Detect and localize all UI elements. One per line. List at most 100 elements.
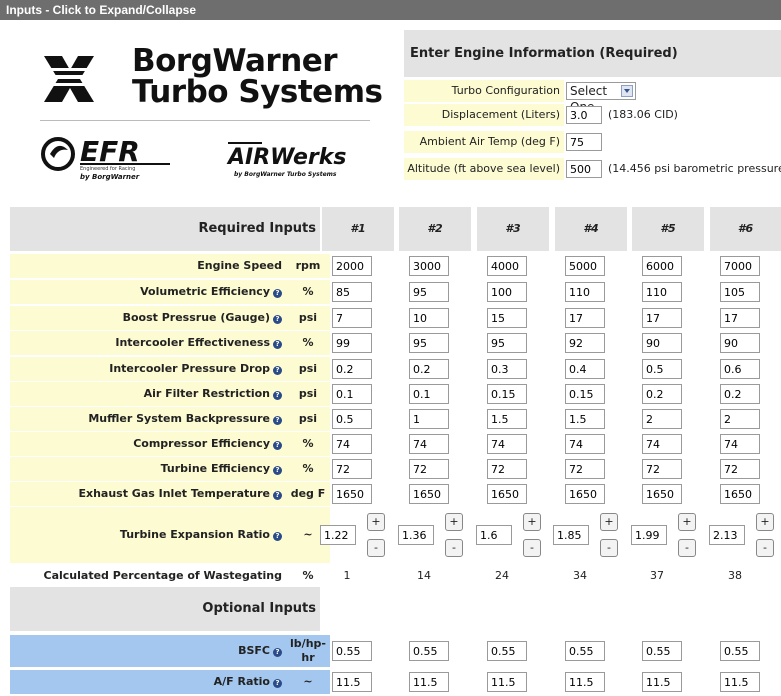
optional-bsfc-input[interactable]: [565, 641, 605, 661]
volumetric-efficiency-input[interactable]: [487, 282, 527, 302]
boost-pressrue-gauge-input[interactable]: [487, 308, 527, 328]
exhaust-gas-inlet-temperature-input[interactable]: [332, 484, 372, 504]
turbine-efficiency-input[interactable]: [642, 459, 682, 479]
compressor-efficiency-input[interactable]: [642, 434, 682, 454]
volumetric-efficiency-input[interactable]: [409, 282, 449, 302]
exhaust-gas-inlet-temperature-input[interactable]: [565, 484, 605, 504]
chevron-down-icon[interactable]: [621, 85, 633, 97]
optional-bsfc-input[interactable]: [642, 641, 682, 661]
increment-button[interactable]: +: [445, 513, 463, 531]
increment-button[interactable]: +: [600, 513, 618, 531]
optional-bsfc-input[interactable]: [487, 641, 527, 661]
intercooler-effectiveness-input[interactable]: [487, 333, 527, 353]
help-icon[interactable]: ?: [273, 491, 282, 500]
boost-pressrue-gauge-input[interactable]: [565, 308, 605, 328]
engine-speed-input[interactable]: [720, 256, 760, 276]
increment-button[interactable]: +: [678, 513, 696, 531]
increment-button[interactable]: +: [523, 513, 541, 531]
turbine-expansion-ratio-input[interactable]: [476, 525, 512, 545]
compressor-efficiency-input[interactable]: [409, 434, 449, 454]
help-icon[interactable]: ?: [273, 315, 282, 324]
air-filter-restriction-input[interactable]: [409, 384, 449, 404]
turbine-efficiency-input[interactable]: [332, 459, 372, 479]
optional-a-f-ratio-input[interactable]: [409, 672, 449, 692]
air-filter-restriction-input[interactable]: [642, 384, 682, 404]
exhaust-gas-inlet-temperature-input[interactable]: [720, 484, 760, 504]
turbine-efficiency-input[interactable]: [409, 459, 449, 479]
intercooler-pressure-drop-input[interactable]: [642, 359, 682, 379]
muffler-system-backpressure-input[interactable]: [332, 409, 372, 429]
engine-speed-input[interactable]: [332, 256, 372, 276]
optional-bsfc-input[interactable]: [332, 641, 372, 661]
muffler-system-backpressure-input[interactable]: [720, 409, 760, 429]
optional-a-f-ratio-input[interactable]: [720, 672, 760, 692]
help-icon[interactable]: ?: [273, 532, 282, 541]
decrement-button[interactable]: -: [445, 539, 463, 557]
help-icon[interactable]: ?: [273, 416, 282, 425]
volumetric-efficiency-input[interactable]: [720, 282, 760, 302]
increment-button[interactable]: +: [367, 513, 385, 531]
exhaust-gas-inlet-temperature-input[interactable]: [642, 484, 682, 504]
engine-speed-input[interactable]: [565, 256, 605, 276]
air-filter-restriction-input[interactable]: [565, 384, 605, 404]
help-icon[interactable]: ?: [273, 679, 282, 688]
intercooler-effectiveness-input[interactable]: [409, 333, 449, 353]
engine-speed-input[interactable]: [487, 256, 527, 276]
decrement-button[interactable]: -: [756, 539, 774, 557]
turbo-config-select[interactable]: Select One: [566, 82, 636, 114]
optional-bsfc-input[interactable]: [720, 641, 760, 661]
altitude-input[interactable]: [566, 160, 602, 178]
volumetric-efficiency-input[interactable]: [565, 282, 605, 302]
air-filter-restriction-input[interactable]: [332, 384, 372, 404]
turbine-expansion-ratio-input[interactable]: [398, 525, 434, 545]
help-icon[interactable]: ?: [273, 391, 282, 400]
turbine-expansion-ratio-input[interactable]: [709, 525, 745, 545]
help-icon[interactable]: ?: [273, 366, 282, 375]
optional-bsfc-input[interactable]: [409, 641, 449, 661]
intercooler-effectiveness-input[interactable]: [332, 333, 372, 353]
optional-a-f-ratio-input[interactable]: [642, 672, 682, 692]
turbine-efficiency-input[interactable]: [720, 459, 760, 479]
help-icon[interactable]: ?: [273, 466, 282, 475]
intercooler-pressure-drop-input[interactable]: [332, 359, 372, 379]
boost-pressrue-gauge-input[interactable]: [642, 308, 682, 328]
air-filter-restriction-input[interactable]: [720, 384, 760, 404]
intercooler-pressure-drop-input[interactable]: [487, 359, 527, 379]
turbine-expansion-ratio-input[interactable]: [631, 525, 667, 545]
displacement-input[interactable]: [566, 106, 602, 124]
turbine-efficiency-input[interactable]: [487, 459, 527, 479]
increment-button[interactable]: +: [756, 513, 774, 531]
exhaust-gas-inlet-temperature-input[interactable]: [409, 484, 449, 504]
help-icon[interactable]: ?: [273, 289, 282, 298]
turbine-efficiency-input[interactable]: [565, 459, 605, 479]
air-filter-restriction-input[interactable]: [487, 384, 527, 404]
muffler-system-backpressure-input[interactable]: [565, 409, 605, 429]
optional-a-f-ratio-input[interactable]: [565, 672, 605, 692]
decrement-button[interactable]: -: [367, 539, 385, 557]
compressor-efficiency-input[interactable]: [720, 434, 760, 454]
boost-pressrue-gauge-input[interactable]: [720, 308, 760, 328]
help-icon[interactable]: ?: [273, 648, 282, 657]
compressor-efficiency-input[interactable]: [332, 434, 372, 454]
intercooler-effectiveness-input[interactable]: [565, 333, 605, 353]
compressor-efficiency-input[interactable]: [565, 434, 605, 454]
decrement-button[interactable]: -: [523, 539, 541, 557]
ambient-input[interactable]: [566, 133, 602, 151]
help-icon[interactable]: ?: [273, 441, 282, 450]
volumetric-efficiency-input[interactable]: [332, 282, 372, 302]
exhaust-gas-inlet-temperature-input[interactable]: [487, 484, 527, 504]
decrement-button[interactable]: -: [678, 539, 696, 557]
intercooler-effectiveness-input[interactable]: [720, 333, 760, 353]
turbine-expansion-ratio-input[interactable]: [553, 525, 589, 545]
inputs-toggle-header[interactable]: Inputs - Click to Expand/Collapse: [0, 0, 781, 20]
help-icon[interactable]: ?: [273, 340, 282, 349]
turbine-expansion-ratio-input[interactable]: [320, 525, 356, 545]
muffler-system-backpressure-input[interactable]: [409, 409, 449, 429]
intercooler-effectiveness-input[interactable]: [642, 333, 682, 353]
boost-pressrue-gauge-input[interactable]: [332, 308, 372, 328]
optional-a-f-ratio-input[interactable]: [332, 672, 372, 692]
boost-pressrue-gauge-input[interactable]: [409, 308, 449, 328]
intercooler-pressure-drop-input[interactable]: [409, 359, 449, 379]
intercooler-pressure-drop-input[interactable]: [565, 359, 605, 379]
engine-speed-input[interactable]: [642, 256, 682, 276]
